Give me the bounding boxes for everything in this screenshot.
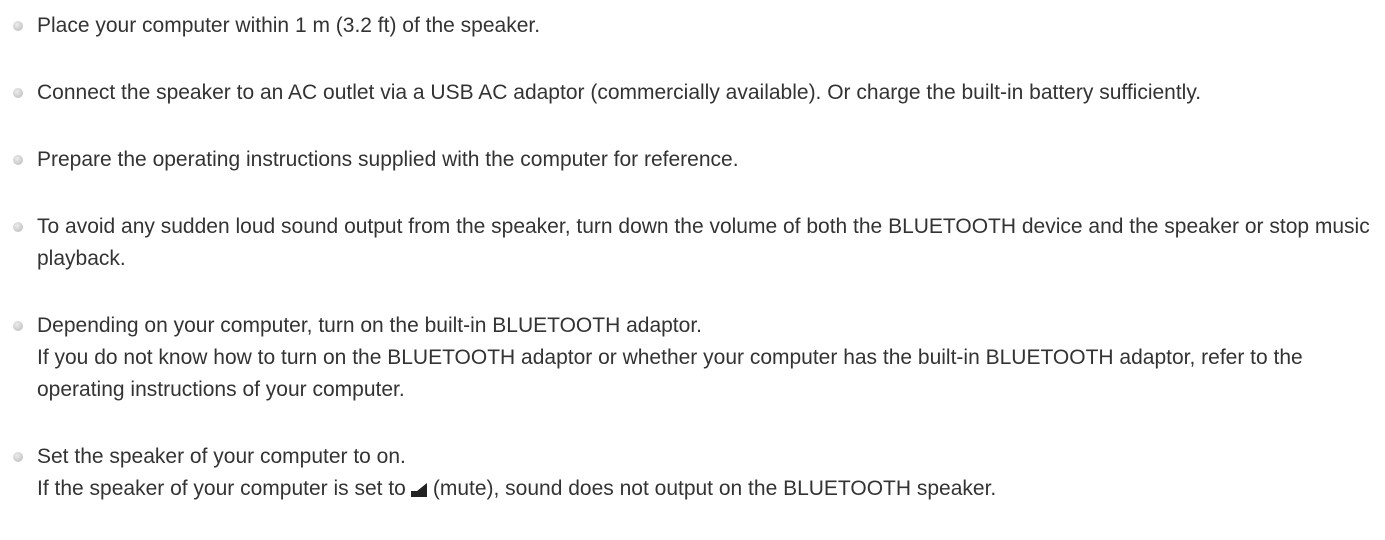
speaker-mute-icon [410, 483, 427, 497]
item-text-line2: If you do not know how to turn on the BL… [37, 346, 1303, 401]
bullet-icon [13, 88, 23, 98]
list-item: Connect the speaker to an AC outlet via … [0, 77, 1385, 109]
item-text: Connect the speaker to an AC outlet via … [37, 81, 1202, 104]
bullet-icon [13, 222, 23, 232]
bullet-icon [13, 452, 23, 462]
item-text-line1: Set the speaker of your computer to on. [37, 445, 406, 468]
bullet-icon [13, 321, 23, 331]
item-text: Place your computer within 1 m (3.2 ft) … [37, 14, 541, 37]
item-text-line2: If the speaker of your computer is set t… [37, 473, 1385, 505]
list-item: Place your computer within 1 m (3.2 ft) … [0, 10, 1385, 42]
list-item: To avoid any sudden loud sound output fr… [0, 211, 1385, 275]
mute-text-after: (mute), sound does not output on the BLU… [432, 477, 997, 500]
item-text: To avoid any sudden loud sound output fr… [37, 215, 1370, 270]
list-item: Set the speaker of your computer to on. … [0, 441, 1385, 505]
list-item: Depending on your computer, turn on the … [0, 310, 1385, 406]
bullet-icon [13, 21, 23, 31]
preparation-list: Place your computer within 1 m (3.2 ft) … [0, 0, 1385, 505]
item-text-line1: Depending on your computer, turn on the … [37, 314, 702, 337]
mute-text-before: If the speaker of your computer is set t… [37, 477, 406, 500]
list-item: Prepare the operating instructions suppl… [0, 144, 1385, 176]
item-text: Prepare the operating instructions suppl… [37, 148, 739, 171]
bullet-icon [13, 155, 23, 165]
